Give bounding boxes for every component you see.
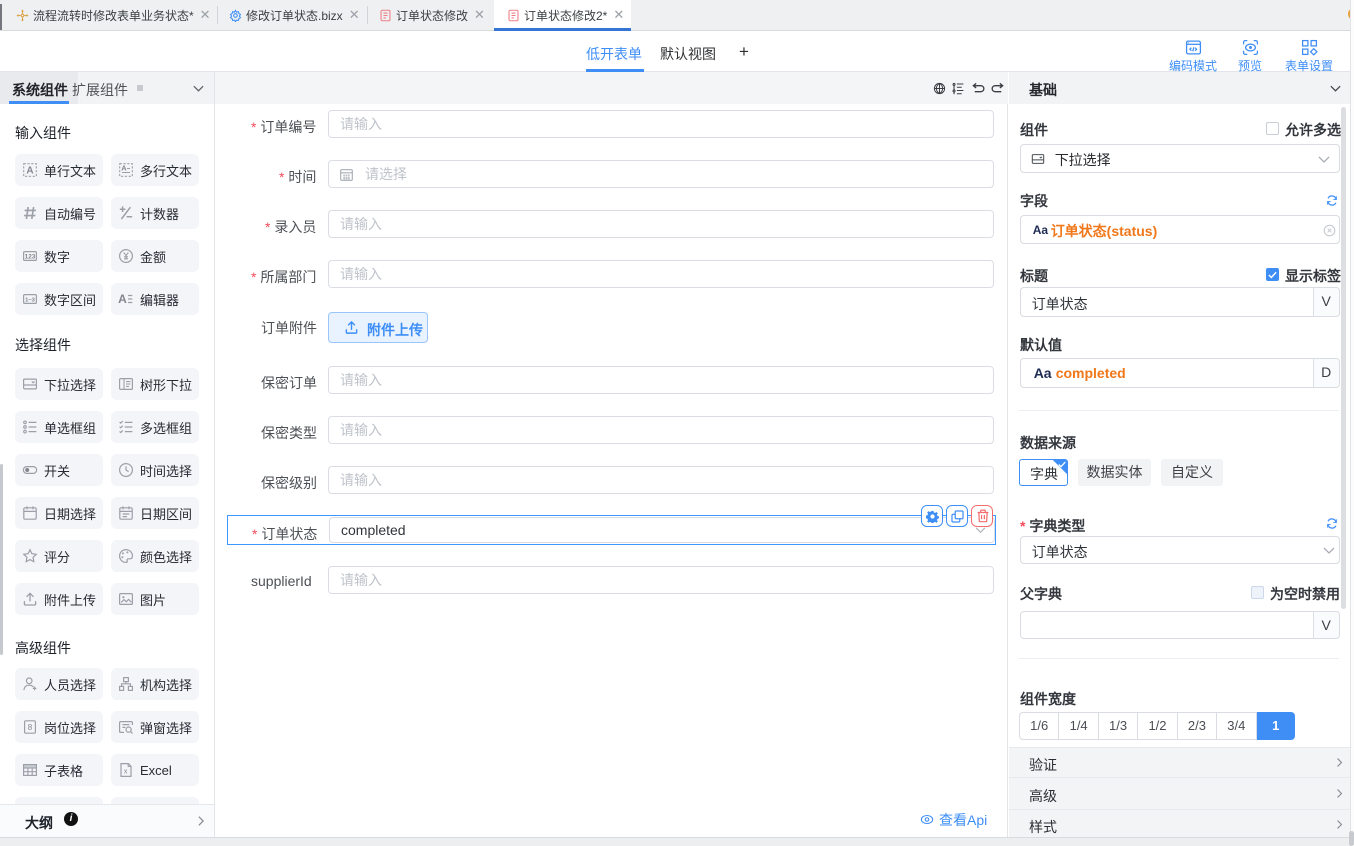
svg-text:1~3: 1~3 [25, 297, 36, 303]
svg-text:x: x [124, 769, 128, 776]
svg-text:A: A [26, 166, 33, 177]
svg-text:8: 8 [28, 723, 33, 732]
svg-text:123: 123 [25, 254, 36, 261]
svg-text:A: A [121, 164, 127, 173]
svg-text:A: A [118, 292, 127, 306]
